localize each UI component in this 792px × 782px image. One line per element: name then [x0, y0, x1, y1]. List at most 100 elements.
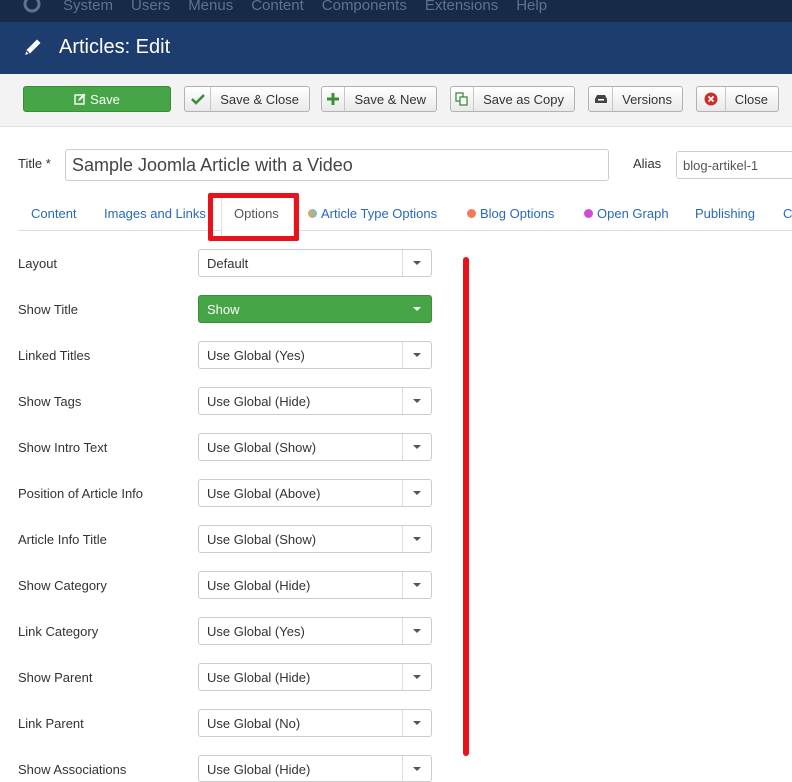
menu-components[interactable]: Components — [322, 0, 407, 14]
select-value: Show — [207, 302, 240, 317]
tab-content[interactable]: Content — [31, 206, 77, 221]
chevron-down-icon — [402, 342, 431, 368]
tabs-divider — [18, 230, 792, 231]
menu-users[interactable]: Users — [131, 0, 170, 14]
pencil-icon — [25, 39, 41, 55]
show-parent-select[interactable]: Use Global (Hide) — [198, 663, 432, 691]
tab-options-label: Options — [234, 206, 279, 221]
save-new-button[interactable]: Save & New — [321, 86, 437, 112]
chevron-down-icon — [402, 388, 431, 414]
option-label-show-associations: Show Associations — [18, 762, 127, 777]
chevron-down-icon — [403, 296, 431, 322]
tab-images-label: Images and Links — [104, 206, 206, 221]
page-header: Articles: Edit — [0, 22, 792, 74]
status-dot-icon — [584, 209, 593, 218]
title-label: Title * — [18, 156, 51, 171]
tab-blog-options[interactable]: Blog Options — [467, 206, 554, 221]
save-button-label: Save — [90, 91, 120, 107]
save-new-label: Save & New — [354, 91, 426, 107]
select-value: Use Global (Yes) — [207, 624, 305, 639]
archive-icon — [589, 87, 614, 111]
select-value: Use Global (Hide) — [207, 670, 311, 685]
option-label-layout: Layout — [18, 256, 58, 271]
versions-button[interactable]: Versions — [588, 86, 683, 112]
option-label-article-info-title: Article Info Title — [18, 532, 107, 547]
status-dot-icon — [308, 209, 317, 218]
tab-more[interactable]: C — [783, 206, 792, 221]
page-title: Articles: Edit — [59, 36, 171, 58]
select-value: Use Global (Hide) — [207, 762, 311, 777]
option-label-show-title: Show Title — [18, 302, 78, 317]
option-label-position-of-article-info: Position of Article Info — [18, 486, 144, 501]
show-category-select[interactable]: Use Global (Hide) — [198, 571, 432, 599]
show-tags-select[interactable]: Use Global (Hide) — [198, 387, 432, 415]
tab-article-type-options[interactable]: Article Type Options — [308, 206, 437, 221]
tab-more-label: C — [783, 206, 792, 221]
option-label-linked-titles: Linked Titles — [18, 348, 91, 363]
select-value: Use Global (Hide) — [207, 578, 311, 593]
check-icon — [185, 87, 212, 111]
menu-menus[interactable]: Menus — [188, 0, 233, 14]
menu-help[interactable]: Help — [516, 0, 547, 14]
option-label-show-tags: Show Tags — [18, 394, 82, 409]
close-button[interactable]: Close — [696, 86, 779, 112]
select-value: Use Global (Yes) — [207, 348, 305, 363]
top-menu: System Users Menus Content Components Ex… — [63, 0, 565, 14]
option-label-link-category: Link Category — [18, 624, 99, 639]
annotation-red-line — [463, 257, 469, 756]
save-copy-button[interactable]: Save as Copy — [450, 86, 575, 112]
tab-options[interactable]: Options — [234, 206, 279, 221]
menu-system[interactable]: System — [63, 0, 113, 14]
option-label-link-parent: Link Parent — [18, 716, 84, 731]
tab-publishing-label: Publishing — [695, 206, 755, 221]
chevron-down-icon — [402, 526, 431, 552]
position-of-article-info-select[interactable]: Use Global (Above) — [198, 479, 432, 507]
versions-label: Versions — [622, 91, 672, 107]
alias-input[interactable] — [676, 151, 792, 179]
title-input[interactable] — [65, 149, 609, 181]
linked-titles-select[interactable]: Use Global (Yes) — [198, 341, 432, 369]
close-icon — [697, 87, 726, 111]
tab-blog-label: Blog Options — [480, 206, 555, 221]
show-title-select[interactable]: Show — [198, 295, 432, 323]
select-value: Use Global (No) — [207, 716, 301, 731]
link-parent-select[interactable]: Use Global (No) — [198, 709, 432, 737]
save-close-label: Save & Close — [220, 91, 299, 107]
save-close-button[interactable]: Save & Close — [184, 86, 310, 112]
tab-publishing[interactable]: Publishing — [695, 206, 755, 221]
chevron-down-icon — [402, 572, 431, 598]
show-associations-select[interactable]: Use Global (Hide) — [198, 755, 432, 782]
copy-icon — [451, 87, 475, 111]
save-copy-label: Save as Copy — [483, 91, 564, 107]
tab-article-type-label: Article Type Options — [321, 206, 438, 221]
edit-icon — [74, 93, 86, 105]
status-dot-icon — [467, 209, 476, 218]
show-intro-text-select[interactable]: Use Global (Show) — [198, 433, 432, 461]
menu-content[interactable]: Content — [251, 0, 304, 14]
select-value: Use Global (Above) — [207, 486, 321, 501]
tab-images-and-links[interactable]: Images and Links — [104, 206, 206, 221]
chevron-down-icon — [402, 434, 431, 460]
select-value: Use Global (Show) — [207, 532, 317, 547]
chevron-down-icon — [402, 480, 431, 506]
select-value: Default — [207, 256, 249, 271]
select-value: Use Global (Hide) — [207, 394, 311, 409]
tab-open-graph[interactable]: Open Graph — [584, 206, 669, 221]
joomla-logo-icon[interactable] — [22, 0, 42, 14]
layout-select[interactable]: Default — [198, 249, 432, 277]
chevron-down-icon — [402, 618, 431, 644]
chevron-down-icon — [402, 756, 431, 782]
tab-content-label: Content — [31, 206, 77, 221]
chevron-down-icon — [402, 710, 431, 736]
tab-open-graph-label: Open Graph — [597, 206, 669, 221]
option-label-show-category: Show Category — [18, 578, 107, 593]
alias-label: Alias — [633, 156, 662, 171]
toolbar: Save Save & Close Save & New Save as Cop… — [0, 74, 792, 127]
close-label: Close — [734, 91, 768, 107]
option-label-show-intro-text: Show Intro Text — [18, 440, 108, 455]
menu-extensions[interactable]: Extensions — [425, 0, 498, 14]
article-info-title-select[interactable]: Use Global (Show) — [198, 525, 432, 553]
chevron-down-icon — [402, 250, 431, 276]
save-button[interactable]: Save — [23, 86, 171, 112]
link-category-select[interactable]: Use Global (Yes) — [198, 617, 432, 645]
